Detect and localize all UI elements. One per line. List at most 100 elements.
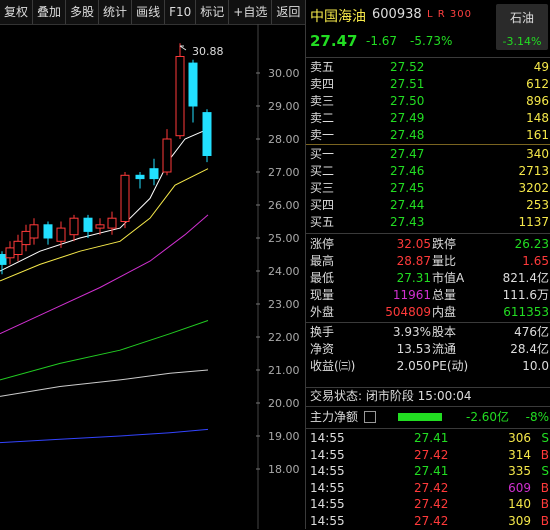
bid-volume: 1137 — [518, 215, 549, 229]
tick-row[interactable]: 14:55 27.42 140 B — [306, 496, 550, 513]
stat-value: 11961 — [392, 288, 431, 302]
calendar-icon[interactable] — [364, 411, 376, 423]
stat-row[interactable]: 收益(㈢) 2.050 PE(动) 10.0 — [306, 358, 550, 375]
mark-button[interactable]: 标记 — [196, 0, 230, 24]
kline-chart[interactable]: 30.00 29.00 28.00 27.00 26.00 25.00 24.00 23.00… — [0, 24, 305, 529]
ask-volume: 612 — [526, 77, 549, 91]
high-marker: 30.88 — [179, 45, 224, 58]
candle-body — [21, 230, 31, 246]
stat-value: 504809 — [385, 305, 431, 319]
bid-label: 买二 — [310, 164, 335, 178]
bid-volume: 340 — [526, 147, 549, 161]
bid-price: 27.45 — [390, 181, 425, 195]
ask-row[interactable]: 卖一 27.48 161 — [306, 127, 550, 144]
ask-price: 27.51 — [390, 77, 425, 91]
candle-body — [43, 224, 53, 239]
statistics-button[interactable]: 统计 — [99, 0, 133, 24]
stock-name[interactable]: 中国海油 — [310, 6, 366, 26]
candle-body — [188, 62, 198, 107]
stat-row[interactable]: 涨停 32.05 跌停 26.23 — [306, 236, 550, 253]
bid-row[interactable]: 买四 27.44 253 — [306, 197, 550, 214]
stat-value: 28.87 — [396, 254, 431, 268]
stat-value: 26.23 — [514, 237, 549, 251]
stat-label: PE(动) — [432, 359, 469, 373]
ask-row[interactable]: 卖三 27.50 896 — [306, 93, 550, 110]
chart-toolbar: 复权 叠加 多股 统计 画线 F10 标记 +自选 返回 — [0, 0, 305, 25]
bid-volume: 253 — [526, 198, 549, 212]
tick-side: S — [541, 464, 549, 478]
stat-label: 净资 — [310, 342, 335, 356]
stat-row[interactable]: 最高 28.87 量比 1.65 — [306, 253, 550, 270]
ask-label: 卖三 — [310, 94, 335, 108]
tick-time: 14:55 — [310, 431, 345, 445]
ask-row[interactable]: 卖四 27.51 612 — [306, 76, 550, 93]
bid-row[interactable]: 买三 27.45 3202 — [306, 180, 550, 197]
sector-box[interactable]: 石油 -3.14% — [496, 4, 548, 50]
candle-body — [107, 217, 117, 229]
candle-body — [13, 240, 23, 256]
ask-volume: 148 — [526, 111, 549, 125]
y-tick-label: 22.00 — [268, 331, 300, 344]
candle-body — [120, 174, 130, 223]
candle-body — [162, 138, 172, 173]
bid-row[interactable]: 买二 27.46 2713 — [306, 163, 550, 180]
add-watchlist-button[interactable]: +自选 — [229, 0, 273, 24]
stat-label: 市值A — [432, 271, 465, 285]
f10-button[interactable]: F10 — [165, 0, 197, 24]
stat-label: 流通 — [432, 342, 457, 356]
overlay-button[interactable]: 叠加 — [33, 0, 67, 24]
stat-row[interactable]: 外盘 504809 内盘 611353 — [306, 304, 550, 321]
main-flow-row[interactable]: 主力净额 -2.60亿 -8% — [306, 409, 550, 426]
stat-value: 27.31 — [396, 271, 431, 285]
bid-row[interactable]: 买五 27.43 1137 — [306, 214, 550, 231]
stat-value: 13.53 — [396, 342, 431, 356]
stat-row[interactable]: 换手 3.93% 股本 476亿 — [306, 324, 550, 341]
sector-pct: -3.14% — [502, 35, 542, 48]
tick-time: 14:55 — [310, 480, 345, 495]
bid-price: 27.44 — [390, 198, 425, 212]
tick-volume: 140 — [508, 497, 531, 511]
tick-side: B — [540, 513, 549, 528]
tick-row[interactable]: 14:55 27.41 306 S — [306, 430, 550, 447]
ask-row[interactable]: 卖五 27.52 49 — [306, 59, 550, 76]
restore-rights-button[interactable]: 复权 — [0, 0, 34, 24]
bid-label: 买四 — [310, 198, 335, 212]
ask-price: 27.48 — [390, 128, 425, 142]
tick-row[interactable]: 14:55 27.42 309 B — [306, 513, 550, 530]
y-tick-label: 19.00 — [268, 430, 300, 443]
y-tick-label: 30.00 — [268, 67, 300, 80]
stat-value: 2.050 — [396, 359, 431, 373]
bid-row[interactable]: 买一 27.47 340 — [306, 146, 550, 163]
bid-price: 27.46 — [390, 164, 425, 178]
ask-row[interactable]: 卖二 27.49 148 — [306, 110, 550, 127]
ask-label: 卖二 — [310, 111, 335, 125]
tick-price: 27.42 — [414, 497, 449, 511]
tick-price: 27.41 — [414, 464, 449, 478]
bid-volume: 2713 — [518, 164, 549, 178]
draw-line-button[interactable]: 画线 — [132, 0, 166, 24]
y-tick-label: 29.00 — [268, 100, 300, 113]
stat-value: 32.05 — [396, 237, 431, 251]
tick-row[interactable]: 14:55 27.42 609 B — [306, 480, 550, 497]
y-tick-label: 27.00 — [268, 166, 300, 179]
stat-row[interactable]: 净资 13.53 流通 28.4亿 — [306, 341, 550, 358]
y-tick-label: 21.00 — [268, 364, 300, 377]
stat-row[interactable]: 最低 27.31 市值A 821.4亿 — [306, 270, 550, 287]
stat-value: 3.93% — [392, 325, 431, 339]
stat-row[interactable]: 现量 11961 总量 111.6万 — [306, 287, 550, 304]
stat-label: 股本 — [432, 325, 457, 339]
tick-row[interactable]: 14:55 27.42 314 B — [306, 447, 550, 464]
quote-panel: 中国海油 600938 L R 300 石油 -3.14% 27.47 -1.6… — [305, 0, 550, 529]
stat-value: 476亿 — [514, 325, 549, 339]
tick-time: 14:55 — [310, 447, 345, 462]
tick-time: 14:55 — [310, 497, 345, 511]
tick-volume: 314 — [508, 447, 531, 462]
tick-volume: 309 — [508, 513, 531, 528]
tick-row[interactable]: 14:55 27.41 335 S — [306, 463, 550, 480]
back-button[interactable]: 返回 — [272, 0, 304, 24]
stat-label: 最低 — [310, 271, 335, 285]
trade-status-text: 交易状态: 闭市阶段 15:00:04 — [310, 389, 472, 403]
bid-volume: 3202 — [518, 181, 549, 195]
multi-stock-button[interactable]: 多股 — [66, 0, 100, 24]
tick-price: 27.42 — [414, 447, 449, 462]
